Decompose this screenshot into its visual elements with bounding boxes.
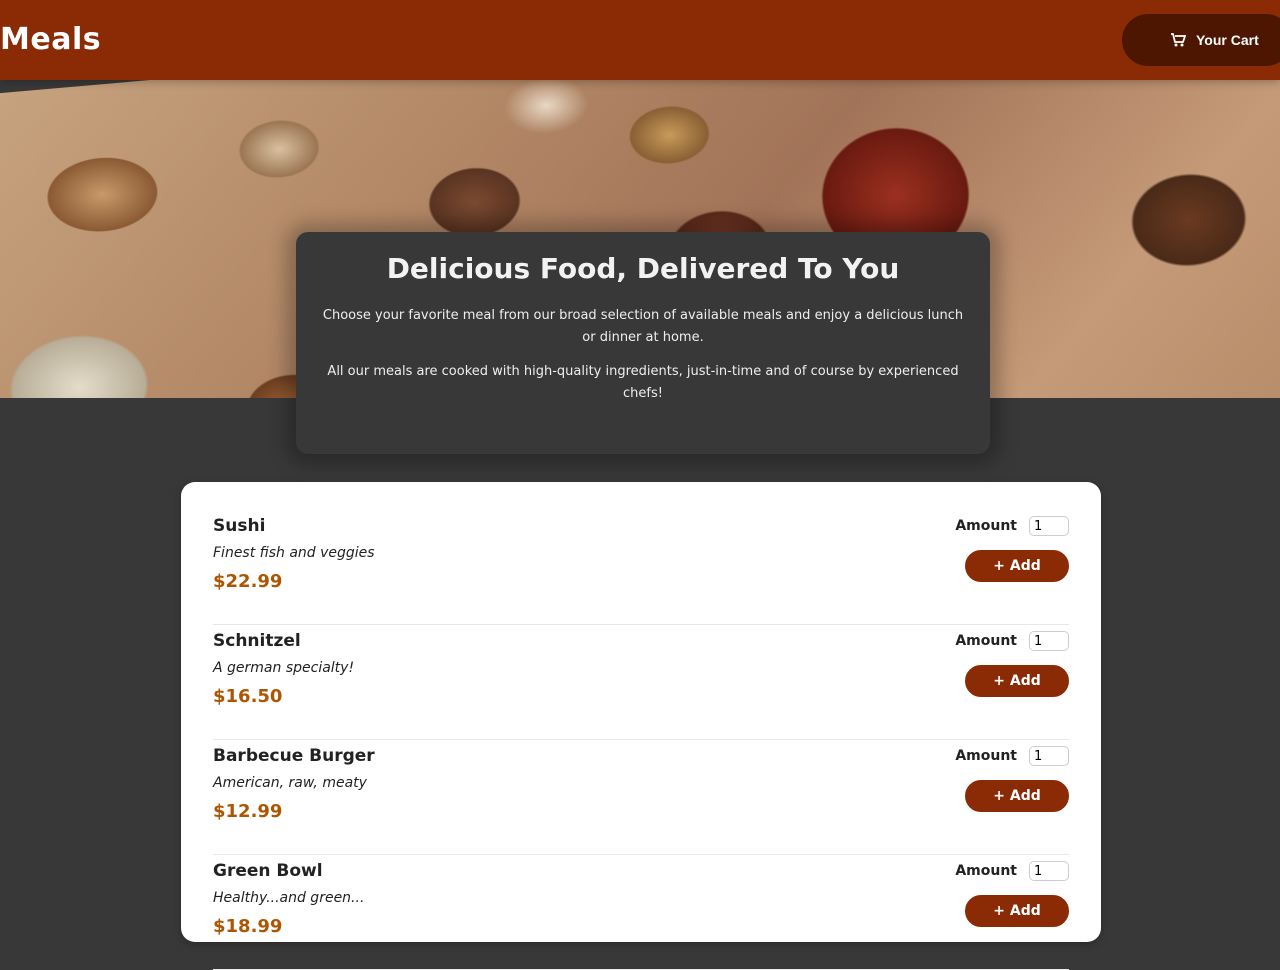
meal-price: $22.99 — [213, 571, 283, 592]
amount-row: Amount — [955, 631, 1069, 651]
meal-name: Schnitzel — [213, 631, 301, 651]
meal-description: A german specialty! — [213, 660, 355, 676]
meal-description: Finest fish and veggies — [213, 545, 375, 561]
app-header: Meals Your Cart — [0, 0, 1280, 80]
add-button[interactable]: + Add — [965, 780, 1069, 812]
add-button[interactable]: + Add — [965, 665, 1069, 697]
amount-label: Amount — [955, 748, 1017, 764]
amount-label: Amount — [955, 633, 1017, 649]
meal-price: $16.50 — [213, 686, 283, 707]
meal-item: Schnitzel A german specialty! $16.50 Amo… — [213, 625, 1069, 740]
summary-paragraph-1: Choose your favorite meal from our broad… — [322, 308, 964, 345]
cart-button-label: Your Cart — [1196, 32, 1259, 48]
cart-button[interactable]: Your Cart — [1122, 14, 1280, 66]
meal-name: Barbecue Burger — [213, 746, 375, 766]
meal-price: $12.99 — [213, 801, 283, 822]
amount-input[interactable] — [1029, 746, 1069, 766]
add-button[interactable]: + Add — [965, 895, 1069, 927]
meal-price: $18.99 — [213, 916, 283, 937]
amount-label: Amount — [955, 518, 1017, 534]
meal-description: Healthy...and green... — [213, 890, 365, 906]
meal-name: Green Bowl — [213, 861, 323, 881]
amount-input[interactable] — [1029, 516, 1069, 536]
cart-icon — [1170, 32, 1187, 48]
meal-description: American, raw, meaty — [213, 775, 367, 791]
amount-row: Amount — [955, 861, 1069, 881]
amount-input[interactable] — [1029, 861, 1069, 881]
summary-title: Delicious Food, Delivered To You — [386, 252, 900, 285]
meal-item: Green Bowl Healthy...and green... $18.99… — [213, 855, 1069, 970]
app-title: Meals — [0, 22, 102, 57]
meal-name: Sushi — [213, 516, 266, 536]
amount-input[interactable] — [1029, 631, 1069, 651]
amount-label: Amount — [955, 863, 1017, 879]
amount-row: Amount — [955, 746, 1069, 766]
meals-summary: Delicious Food, Delivered To You Choose … — [296, 232, 990, 454]
amount-row: Amount — [955, 516, 1069, 536]
summary-paragraph-2: All our meals are cooked with high-quali… — [327, 364, 959, 401]
add-button[interactable]: + Add — [965, 550, 1069, 582]
meal-item: Sushi Finest fish and veggies $22.99 Amo… — [213, 510, 1069, 625]
meals-list: Sushi Finest fish and veggies $22.99 Amo… — [181, 482, 1101, 970]
meal-item: Barbecue Burger American, raw, meaty $12… — [213, 740, 1069, 855]
